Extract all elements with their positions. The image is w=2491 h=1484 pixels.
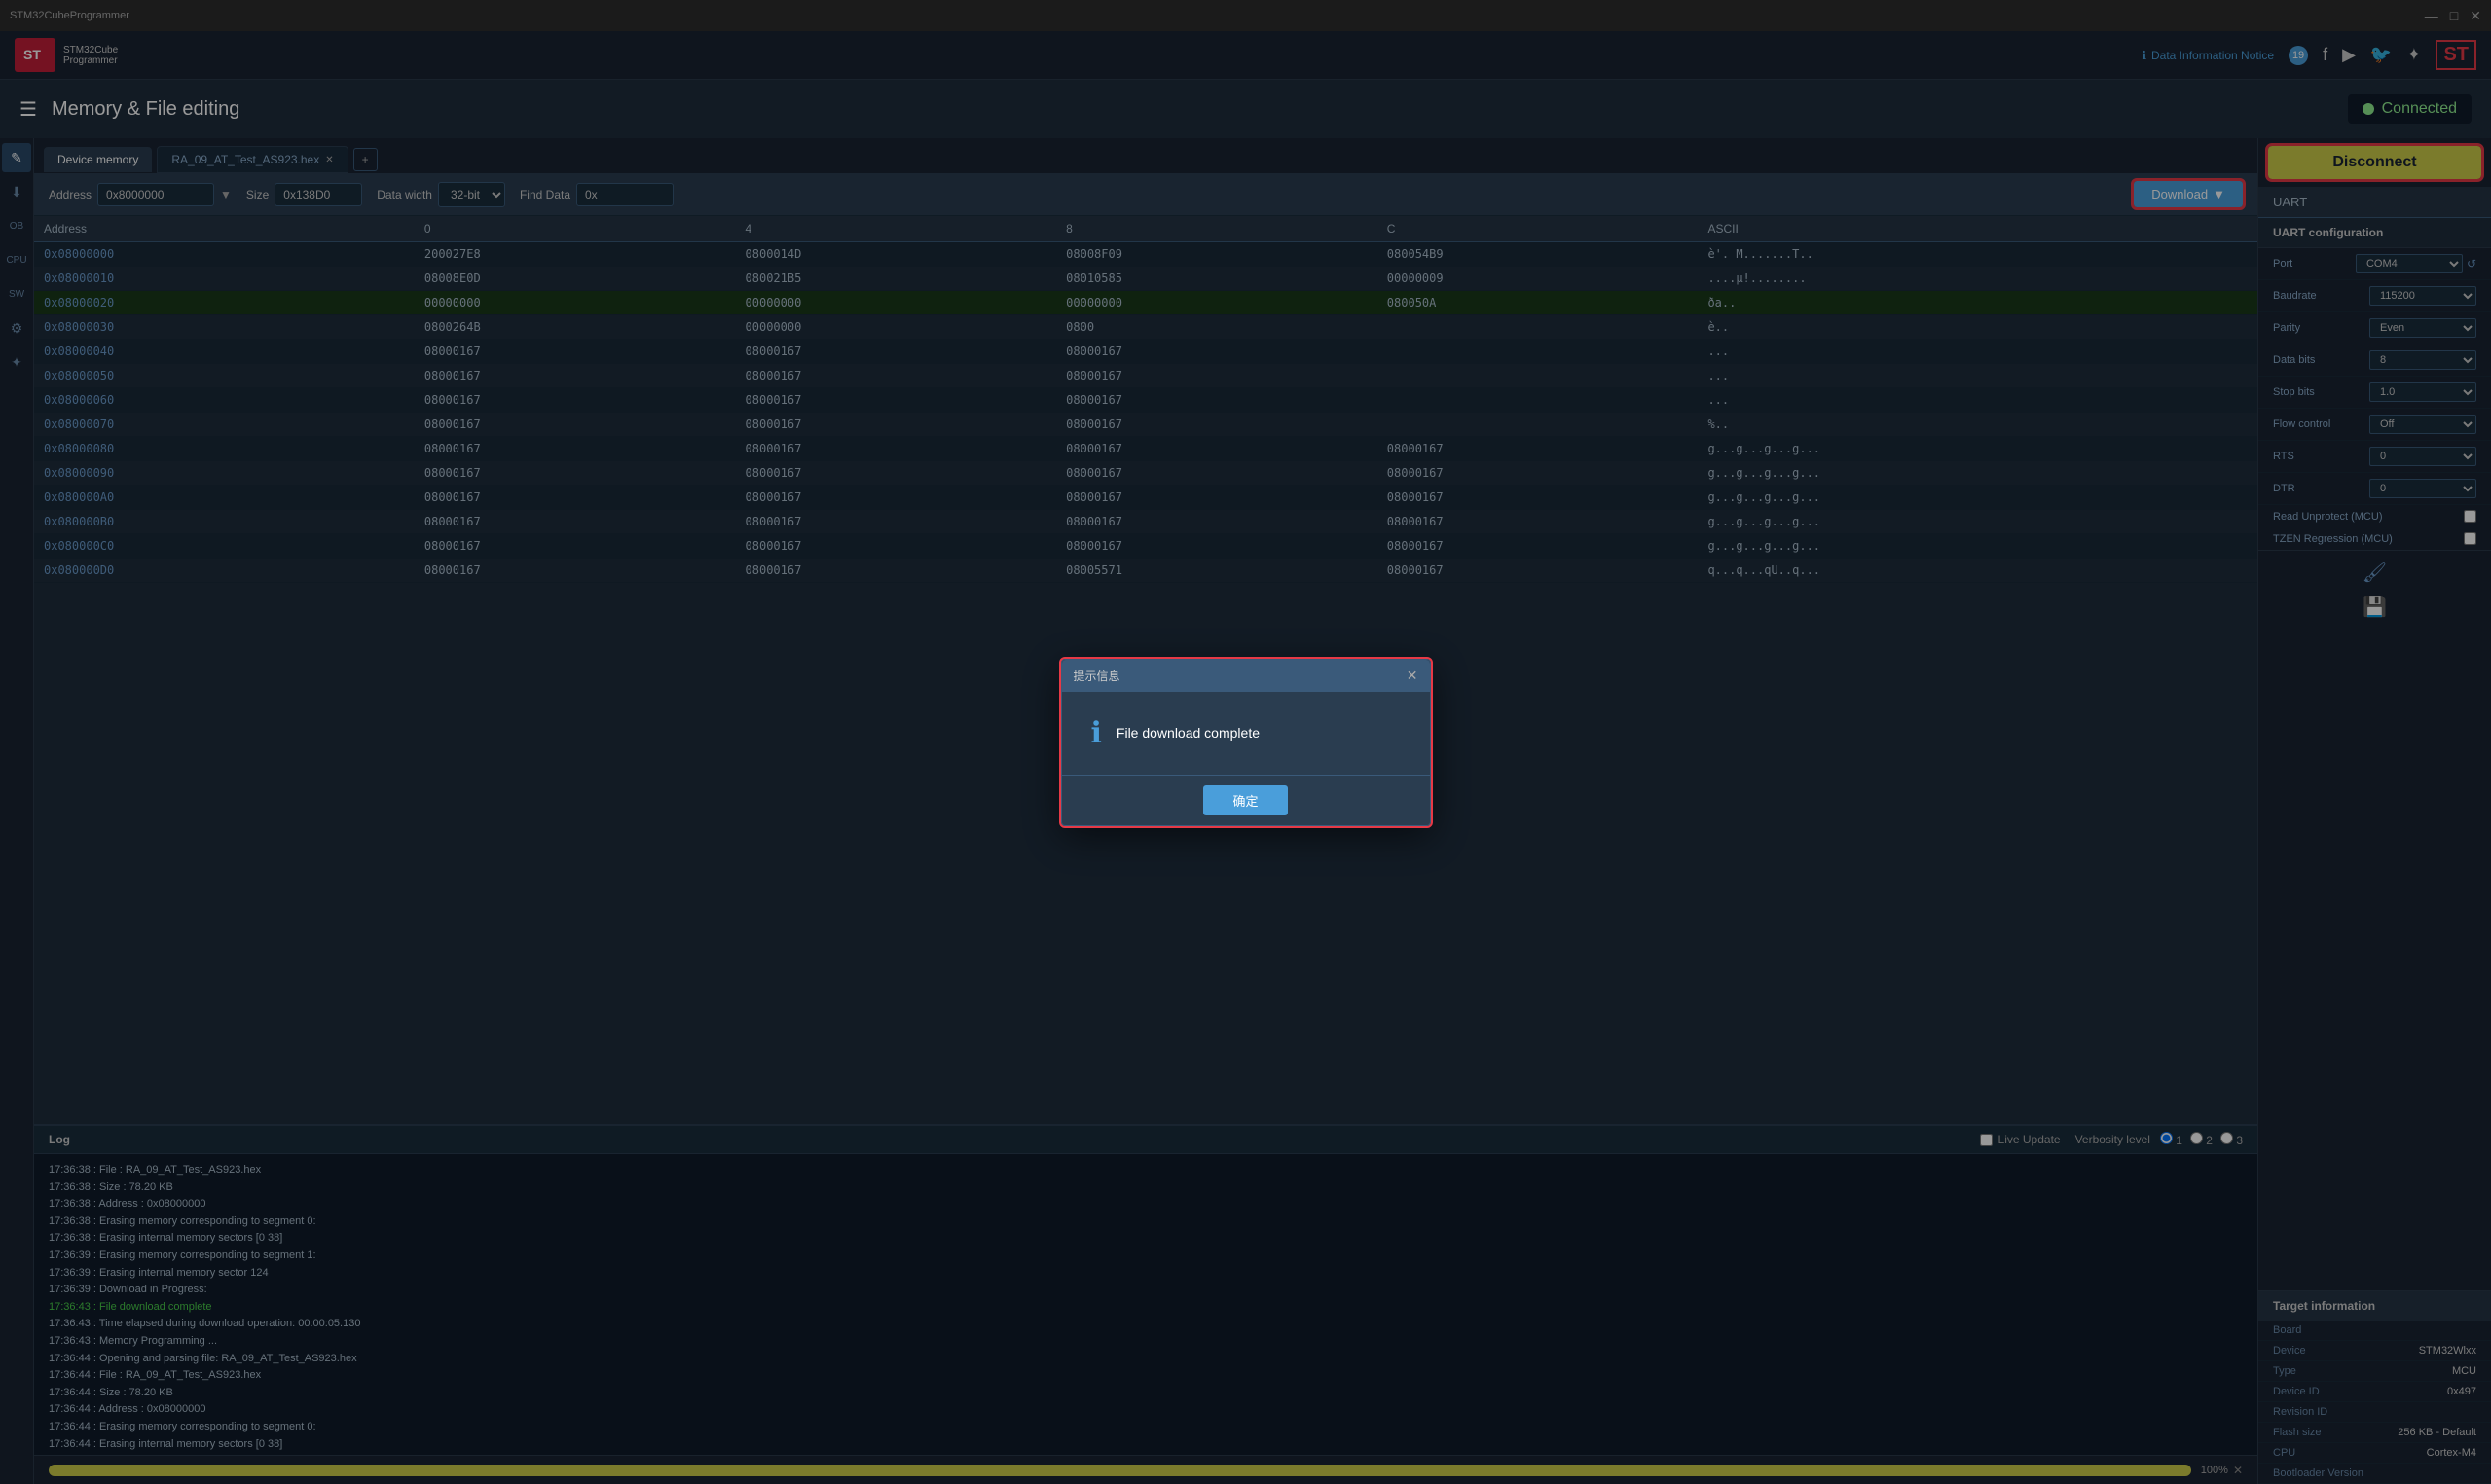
modal-header: 提示信息 ✕ — [1062, 660, 1430, 692]
modal-box: 提示信息 ✕ ℹ File download complete 确定 — [1061, 659, 1431, 826]
modal-ok-button[interactable]: 确定 — [1203, 785, 1287, 815]
modal-info-icon: ℹ — [1091, 716, 1102, 750]
modal-title: 提示信息 — [1074, 668, 1120, 684]
modal-body: ℹ File download complete — [1062, 692, 1430, 775]
modal-close-button[interactable]: ✕ — [1407, 668, 1418, 684]
modal-message: File download complete — [1117, 725, 1260, 741]
modal-overlay[interactable]: 提示信息 ✕ ℹ File download complete 确定 — [0, 0, 2491, 1484]
modal-footer: 确定 — [1062, 775, 1430, 825]
